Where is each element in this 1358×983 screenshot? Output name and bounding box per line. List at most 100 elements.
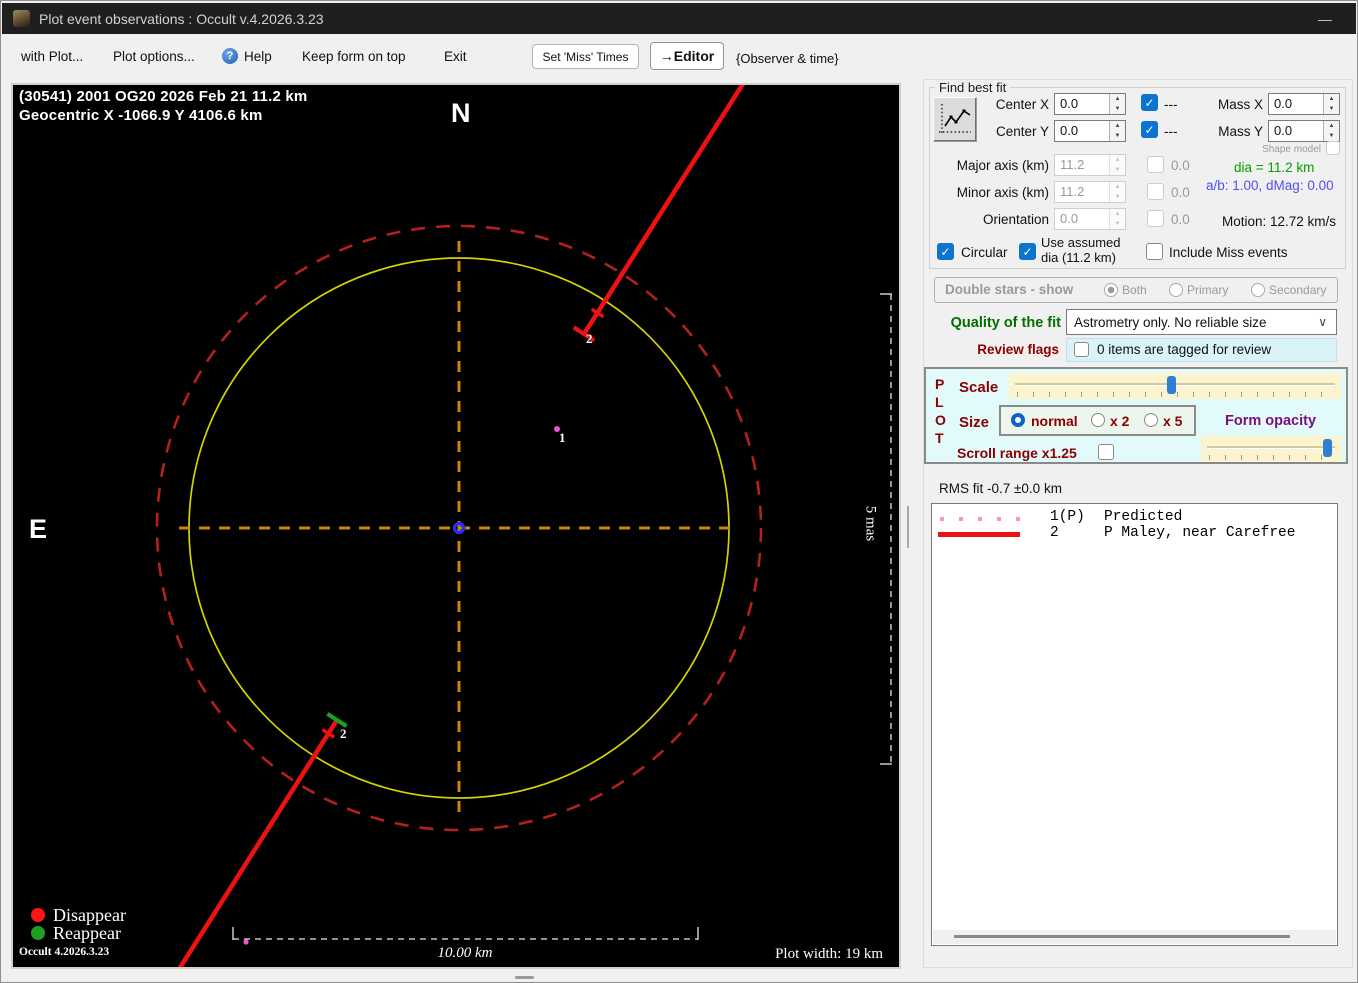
motion-text: Motion: 12.72 km/s: [1222, 214, 1337, 229]
quality-label: Quality of the fit: [950, 315, 1061, 331]
circular-label: Circular: [961, 245, 1008, 260]
mass-x-spinner[interactable]: 0.0 ▲ ▼: [1268, 93, 1340, 115]
minor-axis-label: Minor axis (km): [956, 185, 1049, 200]
find-best-fit-title: Find best fit: [935, 80, 1011, 95]
set-miss-times-button[interactable]: Set 'Miss' Times: [532, 44, 639, 69]
orientation-aux: 0.0: [1171, 212, 1190, 227]
major-axis-aux: 0.0: [1171, 158, 1190, 173]
ab-dmag-text: a/b: 1.00, dMag: 0.00: [1206, 178, 1334, 193]
size-normal-radio[interactable]: [1011, 413, 1025, 427]
chord2-lower-segment[interactable]: [176, 718, 339, 967]
mass-y-label: Mass Y: [1218, 124, 1263, 139]
double-stars-secondary-label: Secondary: [1269, 283, 1327, 297]
mas-scale-bracket: [880, 293, 892, 765]
review-flags-checkbox[interactable]: [1074, 342, 1089, 357]
mass-y-spinner[interactable]: 0.0 ▲ ▼: [1268, 120, 1340, 142]
north-label: N: [451, 98, 471, 128]
plot-version-label: Occult 4.2026.3.23: [19, 946, 110, 958]
quality-select[interactable]: Astrometry only. No reliable size ∨: [1066, 309, 1337, 335]
circular-checkbox[interactable]: ✓: [937, 243, 954, 260]
opacity-slider-ticks: [1209, 455, 1333, 460]
minimize-button[interactable]: —: [1308, 3, 1342, 34]
major-axis-checkbox[interactable]: [1147, 156, 1164, 173]
shape-model-checkbox[interactable]: [1326, 141, 1340, 155]
window-horizontal-scrollbar[interactable]: [515, 976, 534, 979]
center-y-spinner[interactable]: 0.0 ▲ ▼: [1054, 120, 1126, 142]
review-flags-status: 0 items are tagged for review: [1097, 342, 1272, 357]
center-x-spinner[interactable]: 0.0 ▲ ▼: [1054, 93, 1126, 115]
size-x5-label: x 5: [1163, 413, 1183, 429]
menu-help[interactable]: Help: [244, 47, 272, 67]
minor-axis-spinner: 11.2 ▲ ▼: [1054, 181, 1126, 203]
observer-time-label: {Observer & time}: [736, 51, 839, 66]
center-y-label: Center Y: [995, 124, 1049, 139]
predicted-swatch: [940, 517, 1020, 521]
chord2-swatch: [938, 532, 1020, 537]
rms-fit-label: RMS fit -0.7 ±0.0 km: [939, 481, 1062, 496]
occult-plot-window: Plot event observations : Occult v.4.202…: [0, 0, 1358, 983]
reappear-dot: [31, 926, 45, 940]
include-miss-label: Include Miss events: [1169, 245, 1288, 260]
east-label: E: [29, 514, 48, 544]
major-axis-spinner: 11.2 ▲ ▼: [1054, 154, 1126, 176]
shape-model-label: Shape model: [1262, 144, 1321, 155]
size-x2-radio[interactable]: [1091, 413, 1105, 427]
window-title: Plot event observations : Occult v.4.202…: [39, 10, 324, 27]
title-bar: Plot event observations : Occult v.4.202…: [2, 3, 1356, 34]
size-normal-label: normal: [1031, 413, 1078, 429]
double-stars-both-radio[interactable]: [1104, 283, 1118, 297]
menu-plot-options[interactable]: Plot options...: [113, 47, 195, 67]
double-stars-title: Double stars - show: [945, 282, 1074, 297]
form-opacity-label: Form opacity: [1225, 413, 1317, 429]
menu-with-plot[interactable]: with Plot...: [21, 47, 83, 67]
menu-keep-on-top[interactable]: Keep form on top: [302, 47, 406, 67]
scale-slider-ticks: [1017, 392, 1333, 397]
chord2-label-lower: 2: [340, 726, 347, 741]
plot-header-line2: Geocentric X -1066.9 Y 4106.6 km: [19, 107, 263, 124]
major-axis-label: Major axis (km): [956, 158, 1049, 173]
minor-axis-checkbox[interactable]: [1147, 183, 1164, 200]
plot-canvas[interactable]: (30541) 2001 OG20 2026 Feb 21 11.2 km Ge…: [11, 83, 901, 969]
center-y-flag: ---: [1164, 124, 1178, 139]
menu-exit[interactable]: Exit: [444, 47, 467, 67]
center-x-checkbox[interactable]: ✓: [1141, 94, 1158, 111]
double-stars-primary-radio[interactable]: [1169, 283, 1183, 297]
opacity-slider-groove: [1207, 446, 1335, 449]
editor-button[interactable]: →Editor: [650, 42, 724, 70]
help-icon[interactable]: ?: [222, 48, 238, 64]
double-stars-secondary-radio[interactable]: [1251, 283, 1265, 297]
minor-axis-aux: 0.0: [1171, 185, 1190, 200]
observation-row-id: 1(P): [1050, 509, 1085, 525]
scroll-range-label: Scroll range x1.25: [957, 445, 1077, 461]
orientation-spinner: 0.0 ▲ ▼: [1054, 208, 1126, 230]
disappear-dot: [31, 908, 45, 922]
plot-header-line1: (30541) 2001 OG20 2026 Feb 21 11.2 km: [19, 88, 308, 105]
km-scale-label: 10.00 km: [437, 945, 493, 961]
size-x5-radio[interactable]: [1144, 413, 1158, 427]
center-x-label: Center X: [995, 97, 1049, 112]
opacity-slider[interactable]: [1201, 436, 1341, 462]
plot-vertical-scrollbar[interactable]: [907, 506, 909, 548]
include-miss-checkbox[interactable]: [1146, 243, 1163, 260]
double-stars-both-label: Both: [1122, 283, 1147, 297]
mas-scale-label: 5 mas: [862, 505, 879, 542]
chord2-upper-segment[interactable]: [582, 85, 746, 336]
app-icon: [13, 10, 30, 27]
size-x2-label: x 2: [1110, 413, 1130, 429]
scroll-range-checkbox[interactable]: [1098, 444, 1114, 460]
use-assumed-checkbox[interactable]: ✓: [1019, 243, 1036, 260]
observations-listbox[interactable]: 1(P) Predicted 2 P Maley, near Carefree: [931, 503, 1338, 946]
chevron-down-icon: ∨: [1318, 315, 1327, 329]
double-stars-primary-label: Primary: [1187, 283, 1229, 297]
km-scale-bar: [232, 927, 699, 940]
scalebar-point: [243, 939, 249, 945]
orientation-checkbox[interactable]: [1147, 210, 1164, 227]
scale-slider[interactable]: [1009, 373, 1341, 399]
review-flags-label: Review flags: [977, 342, 1059, 357]
center-y-checkbox[interactable]: ✓: [1141, 121, 1158, 138]
listbox-hscrollbar-thumb[interactable]: [954, 935, 1290, 938]
scale-label: Scale: [959, 379, 999, 396]
reappear-label: Reappear: [53, 923, 121, 943]
plot-shapes: [31, 85, 892, 967]
chord2-label-upper: 2: [586, 331, 593, 346]
